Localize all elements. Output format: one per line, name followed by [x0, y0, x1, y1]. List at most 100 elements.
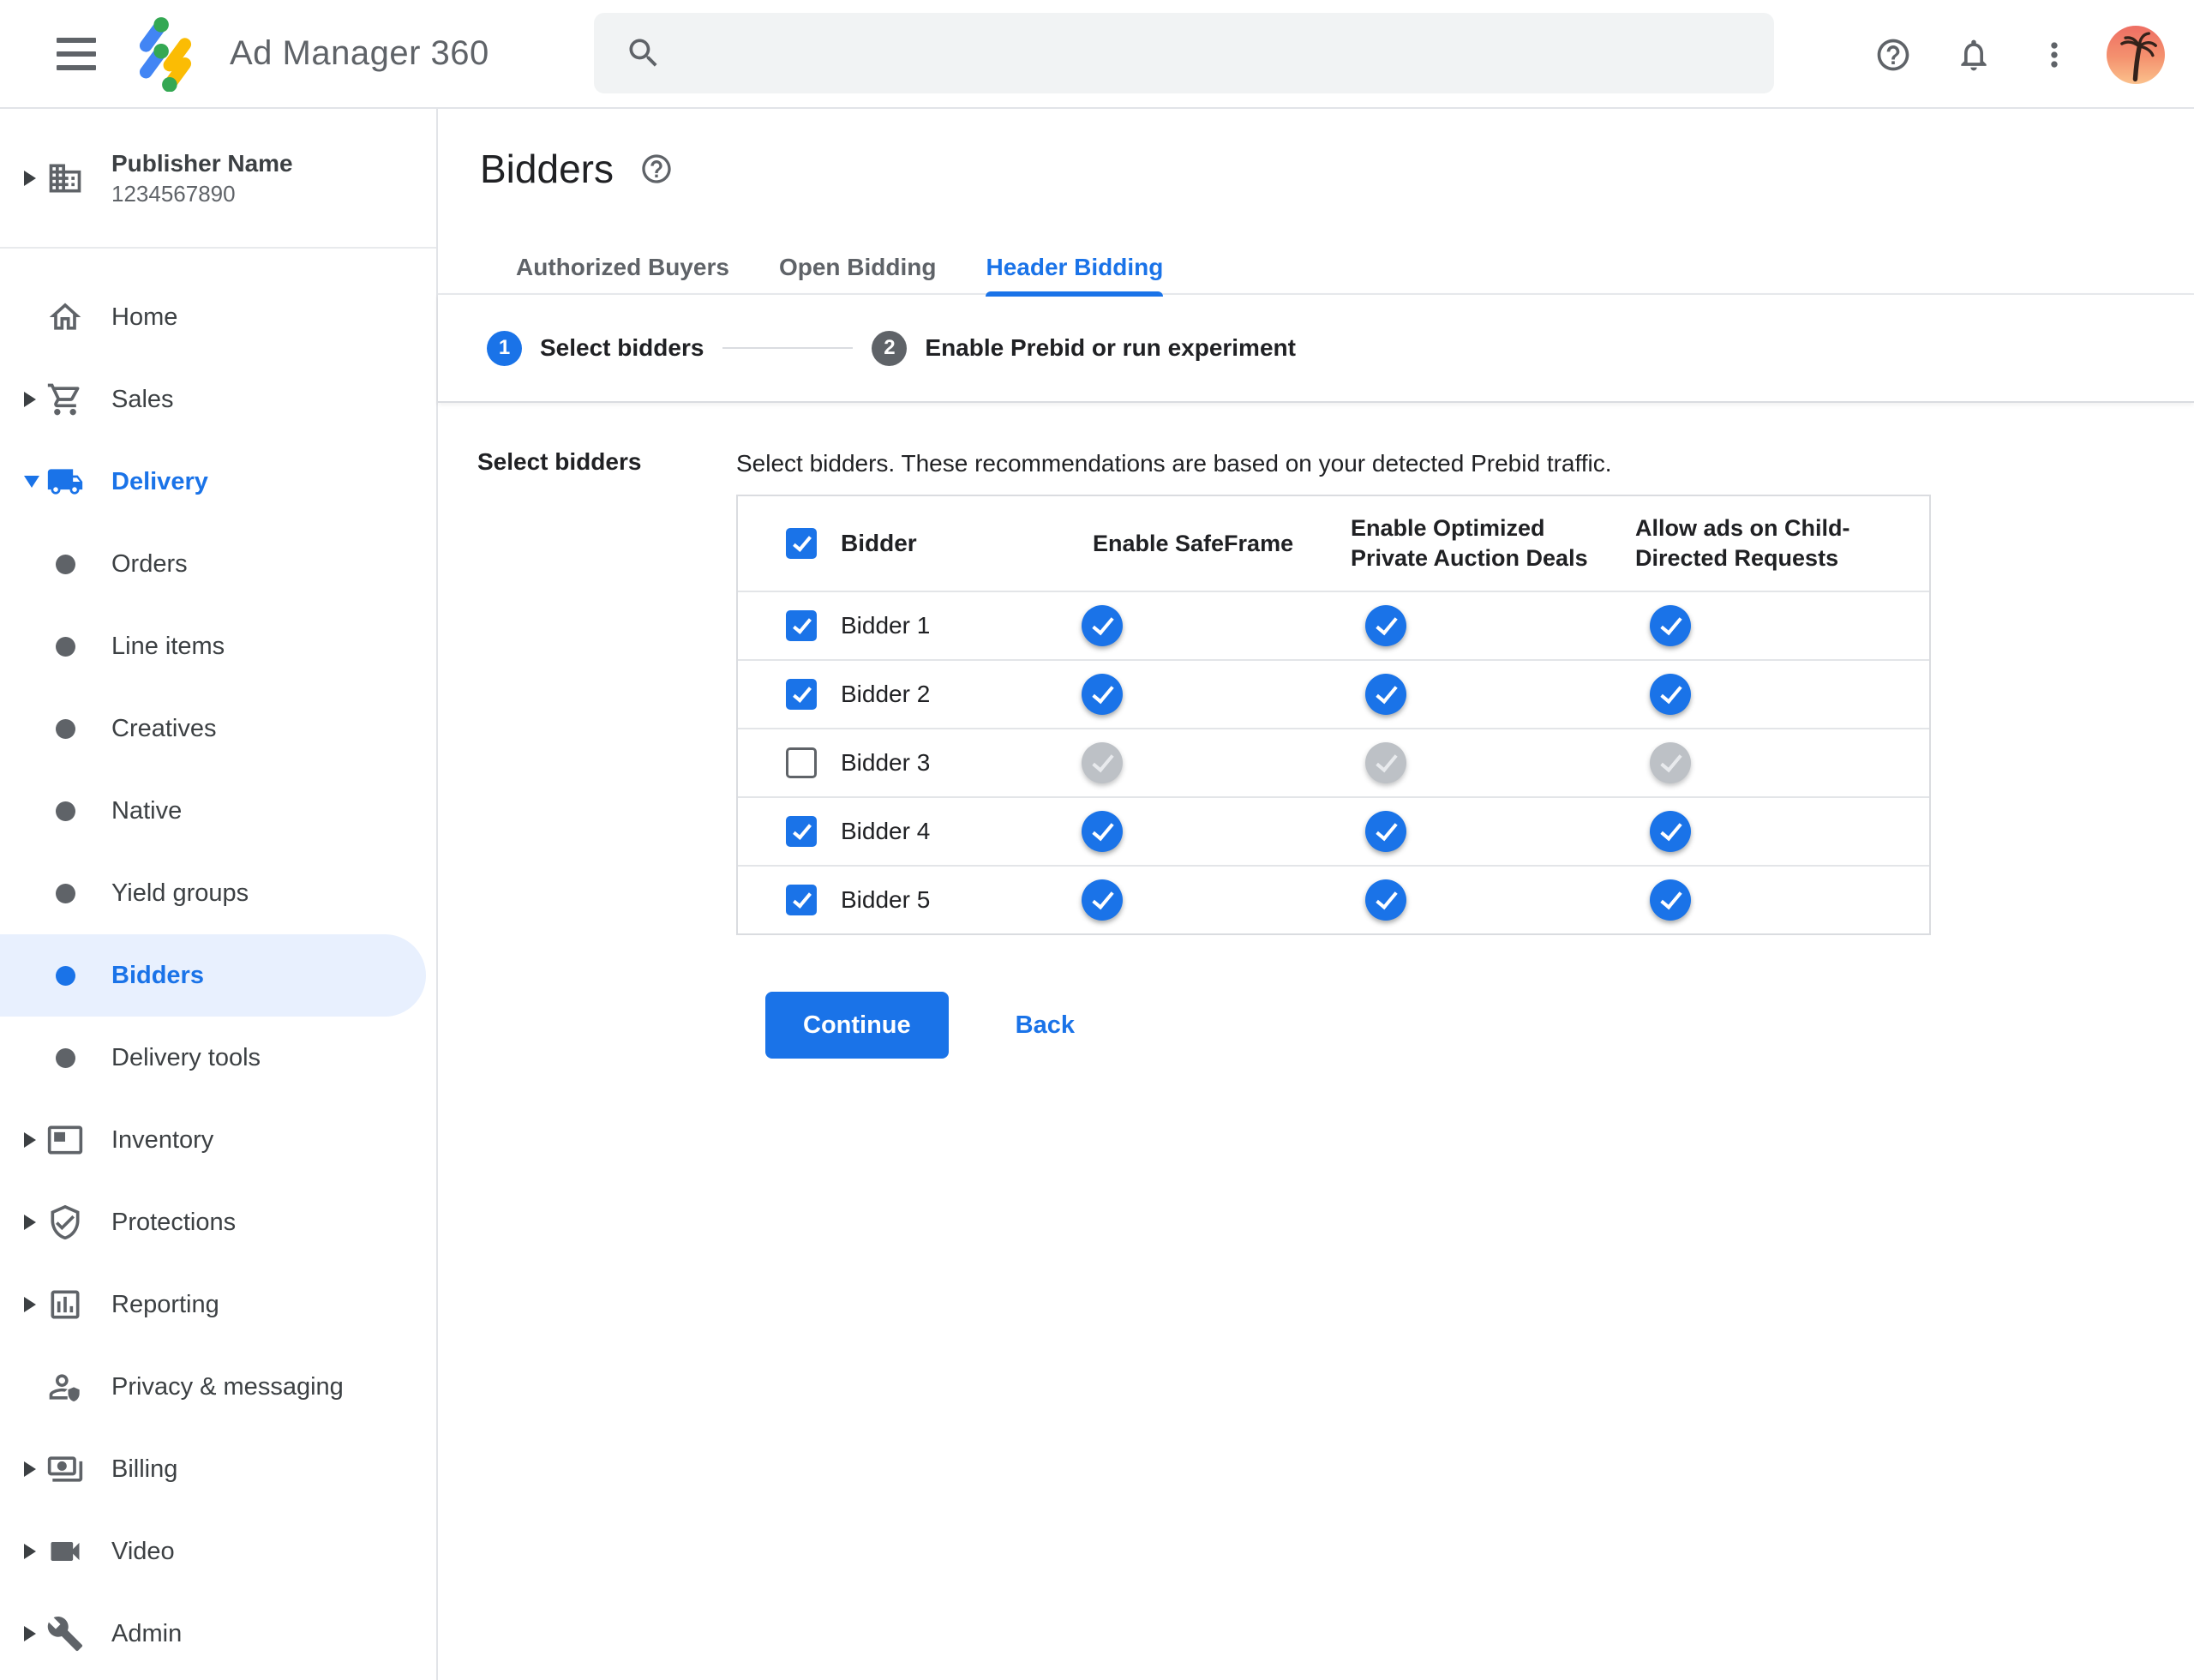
allow-child-directed-toggle[interactable] [1635, 605, 1691, 646]
section-label: Select bidders [477, 448, 642, 475]
sidebar-item-label: Inventory [111, 1125, 214, 1154]
bidder-name: Bidder 4 [841, 818, 931, 844]
sidebar-item-label: Billing [111, 1455, 178, 1483]
caret-right-icon [24, 170, 39, 186]
sidebar-item-native[interactable]: Native [0, 770, 436, 852]
bullet-dot-icon [46, 545, 84, 583]
sidebar-item-label: Line items [111, 632, 225, 660]
toggle-thumb [1365, 742, 1406, 783]
tab-header-bidding[interactable]: Header Bidding [961, 240, 1188, 297]
column-header-optimized-deals: Enable Optimized Private Auction Deals [1351, 515, 1588, 571]
table-body: Bidder 1 Bidder 2 Bidder 3 Bidder 4 Bidder 5 [738, 591, 1929, 933]
sidebar-item-label: Native [111, 796, 183, 825]
sidebar-item-billing[interactable]: Billing [0, 1428, 436, 1510]
caret-right-icon[interactable] [24, 1132, 39, 1148]
enable-optimized-deals-toggle[interactable] [1351, 605, 1406, 646]
bullet-dot-icon [46, 874, 84, 912]
page-help-icon[interactable] [639, 152, 674, 186]
sidebar-item-admin[interactable]: Admin [0, 1593, 436, 1675]
toggle-thumb [1082, 811, 1123, 852]
tab-label: Open Bidding [778, 254, 937, 280]
sidebar-item-bidders[interactable]: Bidders [0, 934, 436, 1017]
toggle-thumb [1082, 674, 1123, 715]
step-number: 2 [872, 330, 908, 366]
toggle-thumb [1650, 811, 1691, 852]
sidebar-item-reporting[interactable]: Reporting [0, 1263, 436, 1346]
app-header: Ad Manager 360 [0, 0, 2194, 109]
stepper: 1 Select bidders 2 Enable Prebid or run … [438, 295, 2194, 403]
shield-check-icon [46, 1203, 84, 1241]
notifications-bell-icon[interactable] [1933, 15, 2014, 95]
tab-authorized-buyers[interactable]: Authorized Buyers [491, 240, 754, 295]
allow-child-directed-toggle[interactable] [1635, 742, 1691, 783]
more-vert-icon[interactable] [2014, 15, 2095, 95]
allow-child-directed-toggle[interactable] [1635, 674, 1691, 715]
back-button[interactable]: Back [992, 992, 1099, 1059]
sidebar-item-delivery-tools[interactable]: Delivery tools [0, 1017, 436, 1099]
sidebar-item-privacy-messaging[interactable]: Privacy & messaging [0, 1346, 436, 1428]
enable-safeframe-toggle[interactable] [1067, 674, 1123, 715]
sidebar-item-orders[interactable]: Orders [0, 523, 436, 605]
allow-child-directed-toggle[interactable] [1635, 811, 1691, 852]
caret-right-icon[interactable] [24, 1461, 39, 1477]
sidebar-item-video[interactable]: Video [0, 1510, 436, 1593]
sidebar-item-sales[interactable]: Sales [0, 358, 436, 441]
caret-right-icon[interactable] [24, 1297, 39, 1312]
row-checkbox[interactable] [786, 885, 817, 915]
select-all-checkbox[interactable] [786, 528, 817, 559]
sidebar-item-label: Delivery tools [111, 1043, 261, 1071]
search-input[interactable] [688, 39, 1748, 68]
step-number: 1 [487, 330, 522, 366]
table-header-row: Bidder Enable SafeFrame Enable Optimized… [738, 496, 1929, 591]
sidebar-item-home[interactable]: Home [0, 276, 436, 358]
sidebar-item-delivery[interactable]: Delivery [0, 441, 436, 523]
caret-down-icon[interactable] [24, 476, 39, 488]
tab-open-bidding[interactable]: Open Bidding [754, 240, 962, 295]
table-row-bidder-1: Bidder 1 [738, 591, 1929, 659]
tab-label: Authorized Buyers [516, 254, 729, 280]
row-checkbox[interactable] [786, 747, 817, 778]
row-checkbox[interactable] [786, 610, 817, 641]
enable-safeframe-toggle[interactable] [1067, 879, 1123, 921]
row-checkbox[interactable] [786, 816, 817, 847]
search-bar[interactable] [594, 13, 1774, 93]
sidebar-item-inventory[interactable]: Inventory [0, 1099, 436, 1181]
allow-child-directed-toggle[interactable] [1635, 879, 1691, 921]
caret-right-icon[interactable] [24, 1544, 39, 1559]
help-icon[interactable] [1853, 15, 1933, 95]
table-row-bidder-5: Bidder 5 [738, 865, 1929, 933]
publisher-selector[interactable]: Publisher Name 1234567890 [0, 109, 436, 249]
video-camera-icon [46, 1533, 84, 1570]
row-checkbox[interactable] [786, 679, 817, 710]
caret-right-icon[interactable] [24, 1626, 39, 1641]
sidebar-item-label: Home [111, 303, 178, 331]
toggle-thumb [1082, 879, 1123, 921]
column-header-safeframe: Enable SafeFrame [1093, 530, 1294, 556]
sidebar-item-protections[interactable]: Protections [0, 1181, 436, 1263]
enable-safeframe-toggle[interactable] [1067, 811, 1123, 852]
search-icon [629, 39, 657, 67]
step-connector [722, 347, 854, 349]
toggle-thumb [1650, 674, 1691, 715]
caret-right-icon[interactable] [24, 392, 39, 407]
sidebar-item-creatives[interactable]: Creatives [0, 687, 436, 770]
enable-optimized-deals-toggle[interactable] [1351, 811, 1406, 852]
enable-optimized-deals-toggle[interactable] [1351, 674, 1406, 715]
avatar-palm-tree[interactable] [2107, 25, 2165, 84]
sidebar-item-yield-groups[interactable]: Yield groups [0, 852, 436, 934]
enable-optimized-deals-toggle[interactable] [1351, 879, 1406, 921]
sidebar-item-label: Delivery [111, 467, 208, 495]
enable-safeframe-toggle[interactable] [1067, 742, 1123, 783]
header-actions [1853, 0, 2194, 109]
bidder-name: Bidder 2 [841, 681, 931, 707]
table-row-bidder-4: Bidder 4 [738, 796, 1929, 865]
sidebar-item-label: Creatives [111, 714, 217, 742]
caret-right-icon[interactable] [24, 1215, 39, 1230]
hamburger-icon[interactable] [57, 37, 96, 70]
enable-optimized-deals-toggle[interactable] [1351, 742, 1406, 783]
step-select-bidders: 1 Select bidders [487, 330, 704, 366]
app-title: Ad Manager 360 [230, 34, 489, 72]
sidebar-item-line-items[interactable]: Line items [0, 605, 436, 687]
enable-safeframe-toggle[interactable] [1067, 605, 1123, 646]
continue-button[interactable]: Continue [765, 992, 949, 1059]
